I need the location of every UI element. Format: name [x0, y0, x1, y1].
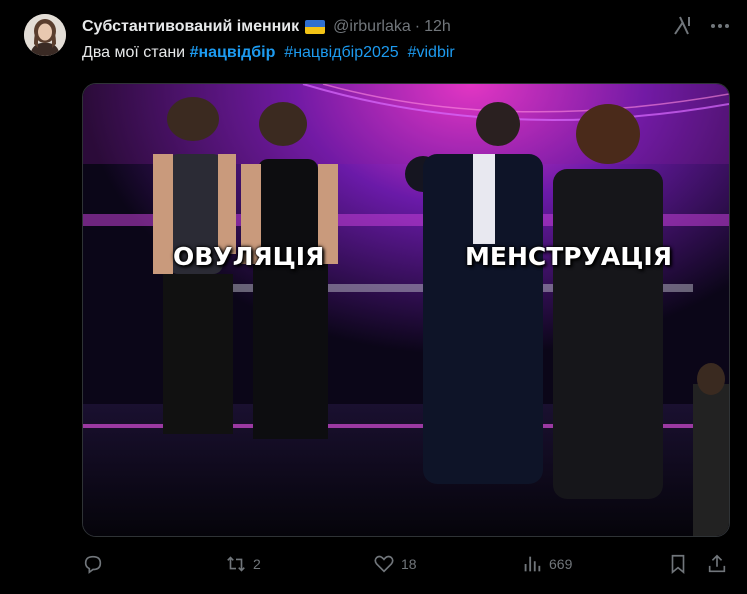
retweet-count: 2 [253, 556, 261, 572]
tweet-text: Два мої стани #нацвідбір #нацвідбір2025 … [82, 44, 455, 62]
like-count: 18 [401, 556, 417, 572]
share-button[interactable] [706, 553, 728, 575]
timestamp[interactable]: 12h [424, 18, 451, 36]
reply-button[interactable] [82, 553, 110, 575]
views-icon [524, 556, 541, 572]
share-icon [708, 554, 726, 573]
ukraine-flag-icon [305, 20, 326, 34]
avatar-image [24, 14, 66, 56]
hashtag-link[interactable]: #нацвідбір2025 [284, 44, 398, 61]
more-options-icon[interactable] [708, 16, 732, 36]
tweet-header: Субстантивований іменник @irburlaka · 12… [82, 16, 747, 38]
hashtag-link[interactable]: #vidbir [408, 44, 455, 61]
grok-icon[interactable] [672, 14, 694, 36]
tweet-actions: 2 18 669 [82, 550, 730, 578]
hashtag-link[interactable]: #нацвідбір [190, 44, 276, 61]
views-count: 669 [549, 556, 573, 572]
author-handle[interactable]: @irburlaka [333, 18, 411, 36]
tweet-media[interactable]: ОВУЛЯЦІЯ МЕНСТРУАЦІЯ [82, 83, 730, 537]
caption-right: МЕНСТРУАЦІЯ [465, 242, 672, 271]
views-button[interactable]: 669 [521, 553, 572, 575]
reply-icon [84, 555, 102, 574]
caption-left: ОВУЛЯЦІЯ [173, 242, 325, 271]
separator: · [414, 18, 421, 35]
stage-photo [83, 84, 729, 536]
bookmark-button[interactable] [667, 553, 689, 575]
avatar[interactable] [24, 14, 66, 56]
bookmark-icon [671, 554, 685, 575]
tweet-text-prefix: Два мої стани [82, 44, 186, 61]
retweet-button[interactable]: 2 [225, 553, 261, 575]
like-button[interactable]: 18 [373, 553, 417, 575]
retweet-icon [227, 556, 245, 572]
heart-icon [374, 555, 394, 573]
author-name[interactable]: Субстантивований іменник [82, 18, 299, 36]
